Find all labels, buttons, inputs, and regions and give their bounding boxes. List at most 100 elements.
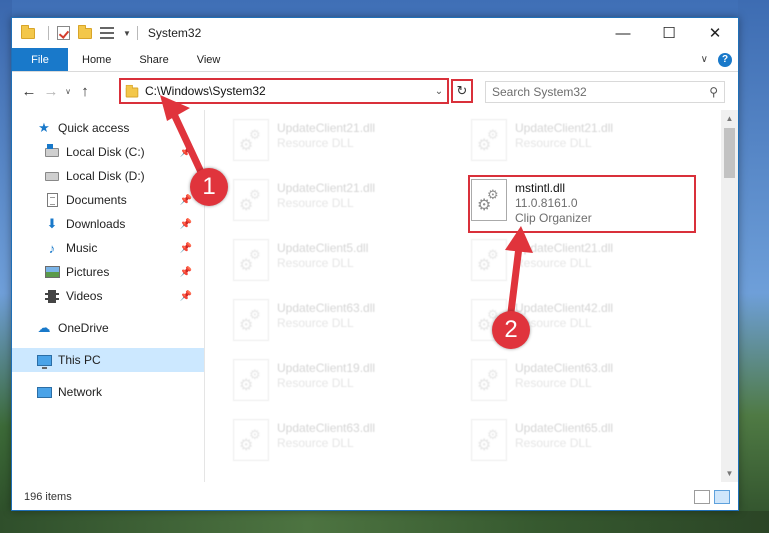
file-type: Resource DLL — [515, 136, 592, 150]
file-item[interactable]: ⚙ ⚙ UpdateClient21.dll Resource DLL — [471, 119, 681, 169]
file-explorer-window: ▼ System32 — ☐ ✕ File Home Share View ∨ … — [11, 17, 739, 511]
file-item[interactable]: ⚙ ⚙ UpdateClient63.dll Resource DLL — [233, 419, 443, 469]
sidebar-item-label: Local Disk (C:) — [66, 145, 145, 159]
folder-icon — [20, 24, 36, 41]
scroll-up-arrow-icon[interactable]: ▲ — [721, 110, 738, 127]
ribbon-tabs: File Home Share View ∨ ? — [12, 48, 738, 72]
quick-access-dropdown-icon[interactable]: ▼ — [123, 29, 131, 38]
tab-view[interactable]: View — [183, 48, 235, 71]
sidebar-item-local-disk-d[interactable]: Local Disk (D:) — [12, 164, 204, 188]
file-item[interactable]: ⚙ ⚙ UpdateClient21.dll Resource DLL — [471, 239, 681, 289]
file-type: Resource DLL — [277, 316, 354, 330]
divider — [48, 26, 49, 40]
sidebar-item-onedrive[interactable]: ☁ OneDrive — [12, 316, 204, 340]
details-view-icon[interactable] — [694, 490, 710, 504]
expand-ribbon-icon[interactable]: ∨ — [701, 54, 708, 65]
file-type: Resource DLL — [277, 256, 354, 270]
tab-share[interactable]: Share — [125, 48, 182, 71]
search-input[interactable]: Search System32 ⚲ — [485, 81, 725, 103]
dll-file-icon: ⚙ ⚙ — [233, 119, 269, 161]
file-item[interactable]: ⚙ ⚙ UpdateClient65.dll Resource DLL — [471, 419, 681, 469]
pin-icon[interactable]: 📌 — [180, 267, 192, 278]
music-note-icon: ♪ — [48, 240, 56, 256]
sidebar-item-this-pc[interactable]: This PC — [12, 348, 204, 372]
refresh-button[interactable]: ↻ — [451, 79, 473, 103]
sidebar-item-label: Network — [58, 385, 103, 399]
file-name: UpdateClient63.dll — [277, 301, 376, 315]
dll-file-icon: ⚙ ⚙ — [471, 419, 507, 461]
pin-icon[interactable]: 📌 — [180, 147, 192, 158]
sidebar-item-label: Downloads — [66, 217, 126, 231]
sidebar-item-downloads[interactable]: ⬇ Downloads 📌 — [12, 212, 204, 236]
tab-home[interactable]: Home — [68, 48, 125, 71]
pin-icon[interactable]: 📌 — [180, 291, 192, 302]
file-item[interactable]: ⚙ ⚙ UpdateClient5.dll Resource DLL — [233, 239, 443, 289]
file-item[interactable]: ⚙ ⚙ UpdateClient21.dll Resource DLL — [233, 179, 443, 229]
file-type: Resource DLL — [277, 196, 354, 210]
file-type: Resource DLL — [515, 256, 592, 270]
scroll-down-arrow-icon[interactable]: ▼ — [721, 465, 738, 482]
up-arrow-icon[interactable]: ↑ — [74, 80, 96, 102]
properties-check-icon[interactable] — [55, 25, 71, 41]
maximize-button[interactable]: ☐ — [646, 18, 692, 48]
drive-icon — [44, 143, 60, 160]
file-item[interactable]: ⚙ ⚙ UpdateClient63.dll Resource DLL — [471, 359, 681, 409]
tab-file[interactable]: File — [12, 48, 68, 71]
address-bar[interactable]: C:\Windows\System32 ⌄ — [119, 78, 449, 104]
divider — [136, 26, 138, 40]
file-name: UpdateClient21.dll — [277, 181, 376, 195]
pin-icon[interactable]: 📌 — [180, 219, 192, 230]
large-icons-view-icon[interactable] — [714, 490, 730, 504]
file-name: UpdateClient19.dll — [277, 361, 376, 375]
close-button[interactable]: ✕ — [692, 18, 738, 48]
help-icon[interactable]: ? — [718, 52, 732, 67]
forward-arrow-icon[interactable]: → — [40, 80, 62, 102]
pin-icon[interactable]: 📌 — [180, 195, 192, 206]
search-icon[interactable]: ⚲ — [709, 85, 718, 99]
scroll-thumb[interactable] — [724, 128, 735, 178]
dll-file-icon: ⚙ ⚙ — [471, 239, 507, 281]
back-arrow-icon[interactable]: ← — [18, 80, 40, 102]
sidebar-item-label: Pictures — [66, 265, 110, 279]
file-name: UpdateClient65.dll — [515, 421, 614, 435]
sidebar-item-label: This PC — [58, 353, 101, 367]
navigation-pane: ★ Quick access Local Disk (C:) 📌 Local D… — [12, 110, 205, 482]
pin-icon[interactable]: 📌 — [180, 243, 192, 254]
file-name: UpdateClient21.dll — [277, 121, 376, 135]
minimize-button[interactable]: — — [600, 18, 646, 48]
sidebar-item-documents[interactable]: Documents 📌 — [12, 188, 204, 212]
sidebar-item-pictures[interactable]: Pictures 📌 — [12, 260, 204, 284]
address-path[interactable]: C:\Windows\System32 — [145, 84, 431, 98]
sidebar-item-network[interactable]: Network — [12, 380, 204, 404]
dll-file-icon: ⚙ ⚙ — [233, 239, 269, 281]
search-placeholder[interactable]: Search System32 — [492, 85, 709, 99]
cloud-icon: ☁ — [37, 320, 51, 335]
file-item[interactable]: ⚙ ⚙ UpdateClient19.dll Resource DLL — [233, 359, 443, 409]
address-dropdown-icon[interactable]: ⌄ — [431, 86, 447, 97]
film-icon — [44, 288, 60, 304]
network-icon — [36, 384, 52, 400]
file-name: UpdateClient21.dll — [515, 121, 614, 135]
main-content: ★ Quick access Local Disk (C:) 📌 Local D… — [12, 110, 738, 482]
dll-file-icon: ⚙ ⚙ — [233, 299, 269, 341]
file-item[interactable]: ⚙ ⚙ UpdateClient63.dll Resource DLL — [233, 299, 443, 349]
file-name: UpdateClient63.dll — [515, 361, 614, 375]
file-name: UpdateClient5.dll — [277, 241, 369, 255]
sidebar-item-music[interactable]: ♪ Music 📌 — [12, 236, 204, 260]
drive-icon — [44, 168, 60, 184]
dll-file-icon: ⚙ ⚙ — [233, 179, 269, 221]
new-folder-icon[interactable] — [77, 24, 93, 41]
customize-toolbar-icon[interactable] — [99, 25, 115, 41]
file-list: ⚙ ⚙ UpdateClient21.dll Resource DLL ⚙ ⚙ Upd… — [205, 110, 738, 482]
recent-locations-dropdown-icon[interactable]: ∨ — [62, 80, 74, 102]
file-name: UpdateClient42.dll — [515, 301, 614, 315]
sidebar-item-label: Videos — [66, 289, 103, 303]
status-bar: 196 items — [12, 484, 738, 510]
sidebar-item-videos[interactable]: Videos 📌 — [12, 284, 204, 308]
sidebar-item-local-disk-c[interactable]: Local Disk (C:) 📌 — [12, 140, 204, 164]
sidebar-item-quick-access[interactable]: ★ Quick access — [12, 116, 204, 140]
file-name: UpdateClient21.dll — [515, 241, 614, 255]
step-1-badge: 1 — [190, 168, 228, 206]
vertical-scrollbar[interactable]: ▲ ▼ — [721, 110, 738, 482]
file-item[interactable]: ⚙ ⚙ UpdateClient21.dll Resource DLL — [233, 119, 443, 169]
